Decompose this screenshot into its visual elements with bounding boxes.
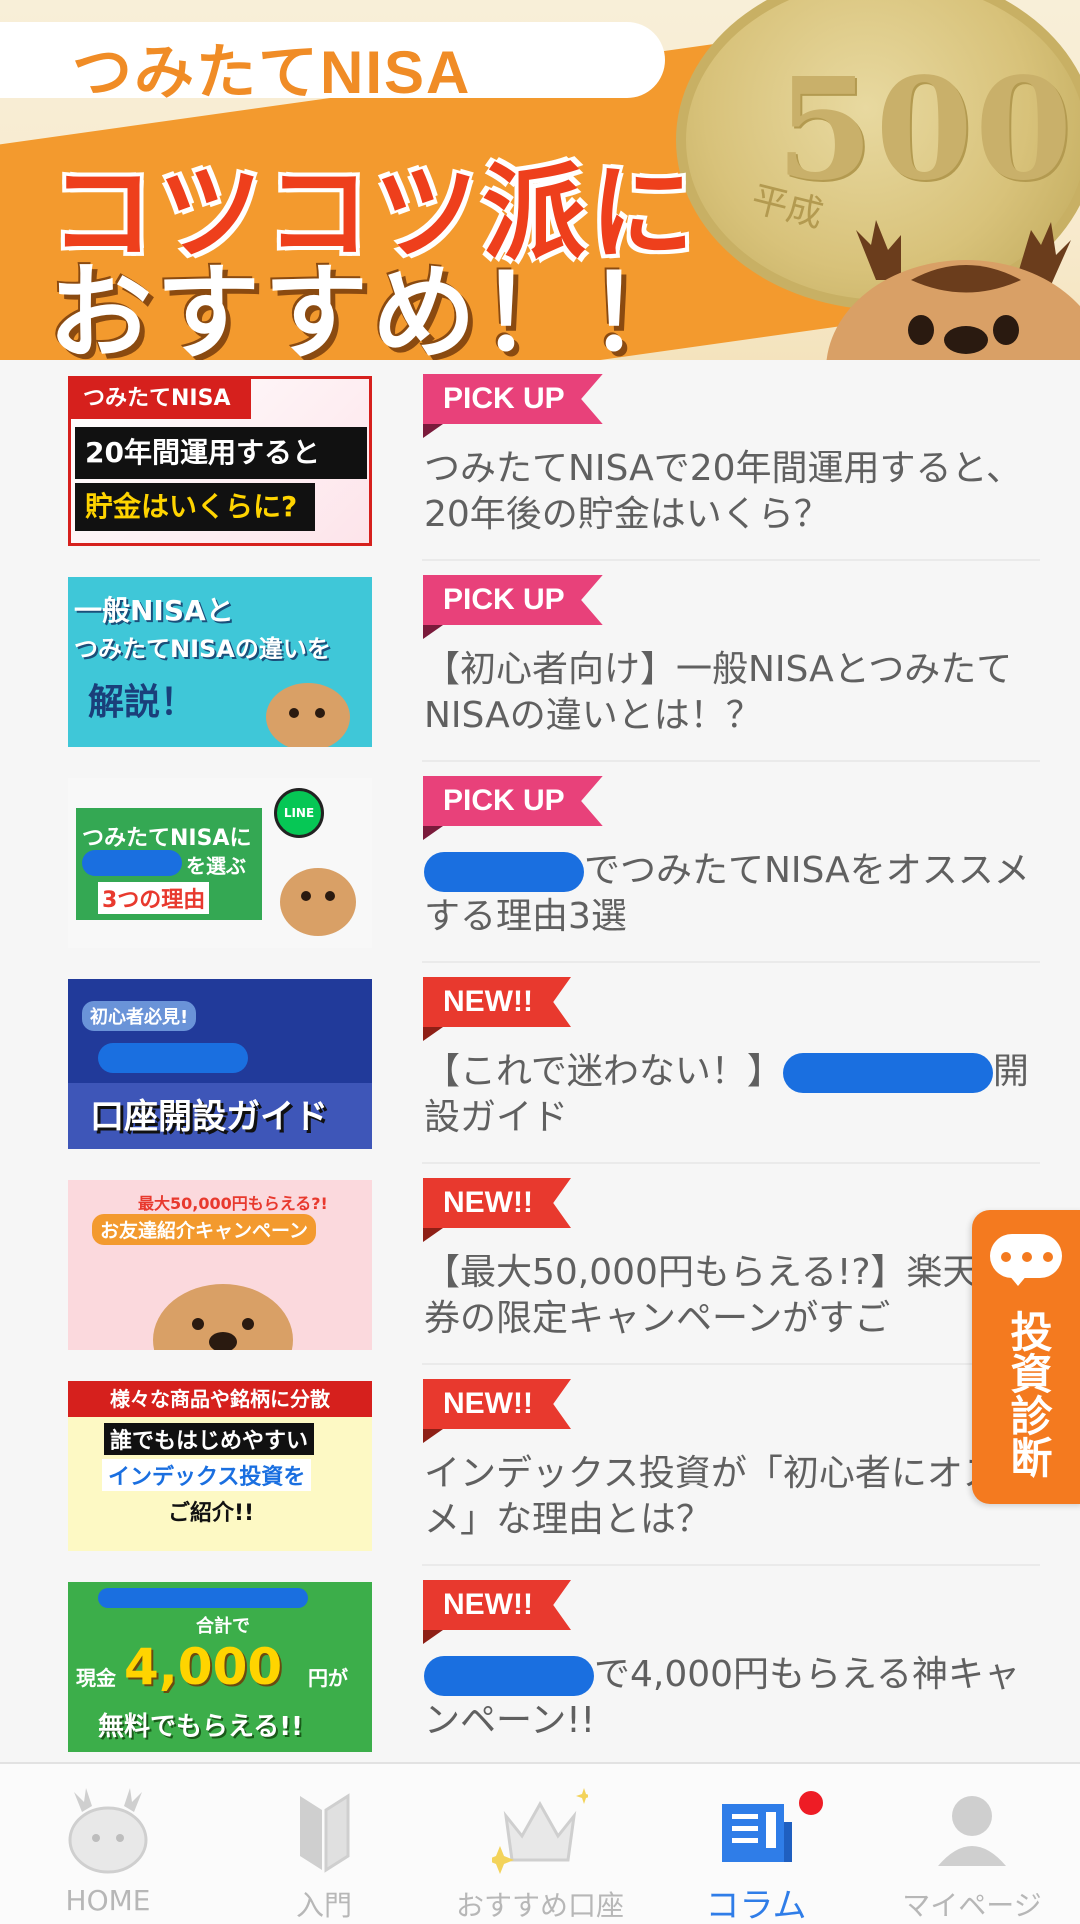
article-thumbnail: 最大50,000円もらえる?! お友達紹介キャンペーン bbox=[68, 1180, 372, 1350]
hero-pill-text: つみたてNISA bbox=[72, 39, 472, 106]
badge-fold bbox=[423, 625, 443, 639]
thumb-line4: 円が bbox=[308, 1666, 348, 1690]
deer-mascot-icon bbox=[826, 220, 1080, 360]
list-item[interactable]: 合計で 現金 4,000 円が 無料でもらえる!! NEW!! で4,000円も… bbox=[0, 1566, 1080, 1767]
nav-label: HOME bbox=[65, 1884, 151, 1917]
list-item[interactable]: つみたてNISAに を選ぶ 3つの理由 LINE PICK UP でつみたてNI… bbox=[0, 762, 1080, 963]
article-title[interactable]: で4,000円もらえる神キャンペーン!! bbox=[424, 1652, 1040, 1744]
crown-icon bbox=[492, 1788, 588, 1874]
redacted-block bbox=[782, 1053, 993, 1093]
user-icon bbox=[938, 1796, 1006, 1866]
thumb-line1: 最大50,000円もらえる?! bbox=[138, 1194, 328, 1213]
hero-banner[interactable]: 500 平成 つみたてNISA コツコツ派に おすすめ！！ bbox=[0, 0, 1080, 360]
article-thumbnail: 様々な商品や銘柄に分散 誰でもはじめやすい インデックス投資を ご紹介!! bbox=[68, 1381, 372, 1551]
article-title[interactable]: 【初心者向け】一般NISAとつみたてNISAの違いとは！？ bbox=[424, 647, 1040, 739]
deer-mascot-icon bbox=[280, 868, 356, 936]
bottom-navigation: HOME 入門 おすすめ口座 コラム マイページ bbox=[0, 1762, 1080, 1924]
article-title[interactable]: つみたてNISAで20年間運用すると、 20年後の貯金はいくら？ bbox=[424, 446, 1040, 538]
article-thumbnail: 合計で 現金 4,000 円が 無料でもらえる!! bbox=[68, 1582, 372, 1752]
newspaper-icon bbox=[722, 1804, 792, 1862]
list-item[interactable]: 様々な商品や銘柄に分散 誰でもはじめやすい インデックス投資を ご紹介!! NE… bbox=[0, 1365, 1080, 1566]
badge-fold bbox=[423, 424, 443, 438]
thumb-line2: 貯金はいくらに? bbox=[75, 483, 315, 531]
badge-fold bbox=[423, 1027, 443, 1041]
list-item[interactable]: 一般NISAと つみたてNISAの違いを 解説！ PICK UP 【初心者向け】… bbox=[0, 561, 1080, 762]
chat-dots bbox=[1001, 1252, 1053, 1262]
redacted-block bbox=[424, 1656, 594, 1696]
nav-recommended[interactable]: おすすめ口座 bbox=[432, 1764, 648, 1924]
thumb-line2: お友達紹介キャンペーン bbox=[92, 1214, 317, 1245]
pick-up-badge: PICK UP bbox=[423, 575, 603, 625]
article-title[interactable]: インデックス投資が「初心者にオススメ」な理由とは？ bbox=[424, 1451, 1040, 1543]
deer-mascot-icon bbox=[266, 683, 350, 747]
redacted-block bbox=[98, 1043, 248, 1073]
article-title[interactable]: でつみたてNISAをオススメする理由3選 bbox=[424, 848, 1040, 940]
article-title[interactable]: 【これで迷わない！】 開設ガイド bbox=[424, 1049, 1040, 1141]
nav-label: コラム bbox=[705, 1886, 807, 1924]
new-badge: NEW!! bbox=[423, 1379, 571, 1429]
article-thumbnail: つみたてNISAに を選ぶ 3つの理由 LINE bbox=[68, 778, 372, 948]
thumb-tag: つみたてNISA bbox=[71, 379, 251, 419]
thumb-line3: 3つの理由 bbox=[98, 882, 210, 914]
new-badge: NEW!! bbox=[423, 1580, 571, 1630]
thumb-line3: インデックス投資を bbox=[102, 1459, 312, 1491]
article-thumbnail: 初心者必見! 口座開設ガイド bbox=[68, 979, 372, 1149]
badge-fold bbox=[423, 1429, 443, 1443]
nav-label: マイページ bbox=[902, 1889, 1042, 1922]
redacted-block bbox=[98, 1588, 308, 1608]
deer-face-icon bbox=[68, 1788, 148, 1874]
line-bubble-icon: LINE bbox=[274, 788, 324, 838]
new-badge: NEW!! bbox=[423, 1178, 571, 1228]
thumb-line3: 4,000 bbox=[124, 1638, 283, 1696]
thumb-line1: 20年間運用すると bbox=[75, 427, 367, 479]
investment-diagnosis-tab[interactable]: 投資診断 bbox=[972, 1210, 1080, 1504]
pick-up-badge: PICK UP bbox=[423, 776, 603, 826]
thumb-line1: 様々な商品や銘柄に分散 bbox=[68, 1381, 372, 1417]
side-tab-label: 投資診断 bbox=[1004, 1310, 1053, 1478]
list-item[interactable]: つみたてNISA 20年間運用すると 貯金はいくらに? PICK UP つみたて… bbox=[0, 360, 1080, 561]
nav-mypage[interactable]: マイページ bbox=[864, 1764, 1080, 1924]
badge-fold bbox=[423, 826, 443, 840]
badge-fold bbox=[423, 1228, 443, 1242]
redacted-block bbox=[424, 852, 584, 892]
thumb-line2: 誰でもはじめやすい bbox=[104, 1423, 315, 1455]
article-title-text: 【これで迷わない！】 bbox=[424, 1051, 783, 1092]
list-item[interactable]: 初心者必見! 口座開設ガイド NEW!! 【これで迷わない！】 開設ガイド bbox=[0, 963, 1080, 1164]
thumb-line1: 合計で bbox=[196, 1616, 250, 1637]
deer-mascot-icon bbox=[153, 1284, 293, 1350]
thumb-line2: 口座開設ガイド bbox=[90, 1097, 328, 1137]
article-thumbnail: 一般NISAと つみたてNISAの違いを 解説！ bbox=[68, 577, 372, 747]
article-title[interactable]: 【最大50,000円もらえる!?】楽天証券の限定キャンペーンがすご bbox=[424, 1250, 1040, 1342]
thumb-line1: つみたてNISAに bbox=[82, 826, 252, 851]
nav-column[interactable]: コラム bbox=[648, 1764, 864, 1924]
nav-home[interactable]: HOME bbox=[0, 1764, 216, 1924]
new-badge: NEW!! bbox=[423, 977, 571, 1027]
thumb-line5: 無料でもらえる!! bbox=[98, 1712, 303, 1742]
nav-intro[interactable]: 入門 bbox=[216, 1764, 432, 1924]
thumb-line2: を選ぶ bbox=[186, 854, 246, 878]
list-item[interactable]: 最大50,000円もらえる?! お友達紹介キャンペーン NEW!! 【最大50,… bbox=[0, 1164, 1080, 1365]
redacted-block bbox=[82, 850, 182, 876]
nav-label: 入門 bbox=[295, 1889, 352, 1922]
pick-up-badge: PICK UP bbox=[423, 374, 603, 424]
thumb-line1: 一般NISAと bbox=[74, 594, 234, 627]
thumb-line4: ご紹介!! bbox=[168, 1501, 255, 1526]
badge-fold bbox=[423, 1630, 443, 1644]
beginner-mark-icon bbox=[300, 1793, 350, 1873]
thumb-line3: 解説！ bbox=[88, 682, 197, 723]
thumb-line2: 現金 bbox=[76, 1666, 116, 1690]
thumb-line1: 初心者必見! bbox=[82, 1001, 197, 1031]
nav-label: おすすめ口座 bbox=[455, 1889, 624, 1922]
article-thumbnail: つみたてNISA 20年間運用すると 貯金はいくらに? bbox=[68, 376, 372, 546]
hero-headline-2: おすすめ！！ bbox=[48, 252, 697, 360]
notification-dot bbox=[796, 1788, 826, 1818]
